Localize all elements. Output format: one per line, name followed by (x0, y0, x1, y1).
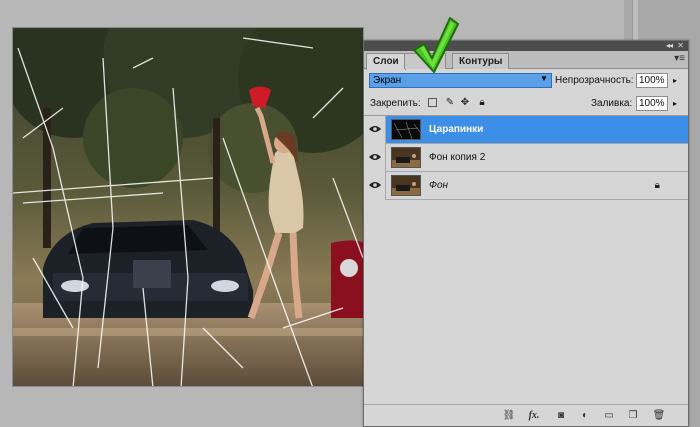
chevron-right-icon[interactable]: ▸ (673, 76, 677, 85)
eye-icon (369, 182, 381, 188)
panel-bottom-bar: ⛓ fx. ◙ ◐ ▭ ❐ 🗑︎ (364, 404, 688, 426)
fx-icon[interactable]: fx. (527, 410, 541, 422)
visibility-toggle[interactable] (364, 172, 386, 200)
opacity-input[interactable]: 100% (636, 73, 668, 88)
brush-icon[interactable]: ✎ (445, 98, 455, 108)
layer-name: Фон (429, 180, 449, 191)
new-layer-icon[interactable]: ❐ (626, 410, 640, 422)
layer-thumbnail (391, 119, 421, 140)
fill-label: Заливка: (591, 98, 633, 109)
layer-name: Царапинки (429, 124, 484, 135)
close-icon[interactable]: ✕ (677, 41, 684, 51)
collapse-icon[interactable]: ◂◂ (666, 41, 673, 51)
layers-list: Царапинки Фон копия 2 Фон 🔒︎ (364, 115, 688, 395)
blend-mode-select[interactable]: Экран (369, 73, 552, 88)
lock-row: Закрепить: ✎ ✥ 🔒︎ Заливка: 100% ▸ (364, 93, 688, 113)
adjustment-icon[interactable]: ◐ (578, 410, 592, 422)
lock-transparency-icon[interactable] (428, 98, 437, 107)
chevron-down-icon[interactable]: ▼ (540, 74, 548, 83)
move-icon[interactable]: ✥ (460, 98, 470, 108)
layer-name: Фон копия 2 (429, 152, 486, 163)
lock-icon[interactable]: 🔒︎ (477, 98, 487, 108)
lock-label: Закрепить: (370, 98, 421, 109)
layer-row[interactable]: Фон 🔒︎ (364, 172, 688, 200)
eye-icon (369, 154, 381, 160)
canvas-image (13, 28, 363, 386)
layer-row[interactable]: Царапинки (364, 116, 688, 144)
panel-menu-icon[interactable]: ▾≡ (674, 53, 685, 64)
layers-panel: ◂◂ ✕ Слои Контуры ▾≡ Экран ▼ Непрозрачно… (363, 40, 689, 427)
tab-paths[interactable]: Контуры (452, 53, 510, 69)
opacity-label: Непрозрачность: (555, 75, 634, 86)
trash-icon[interactable]: 🗑︎ (652, 410, 666, 422)
fill-input[interactable]: 100% (636, 96, 668, 111)
eye-icon (369, 126, 381, 132)
layer-thumbnail (391, 175, 421, 196)
visibility-toggle[interactable] (364, 116, 386, 144)
link-icon[interactable]: ⛓ (502, 410, 516, 422)
layer-thumbnail (391, 147, 421, 168)
document-canvas[interactable] (12, 27, 364, 387)
tab-layers[interactable]: Слои (366, 53, 406, 70)
checkmark-icon (413, 17, 459, 73)
mask-icon[interactable]: ◙ (554, 410, 568, 422)
visibility-toggle[interactable] (364, 144, 386, 172)
chevron-right-icon[interactable]: ▸ (673, 99, 677, 108)
layer-row[interactable]: Фон копия 2 (364, 144, 688, 172)
lock-icon: 🔒︎ (654, 180, 660, 191)
folder-icon[interactable]: ▭ (602, 410, 616, 422)
